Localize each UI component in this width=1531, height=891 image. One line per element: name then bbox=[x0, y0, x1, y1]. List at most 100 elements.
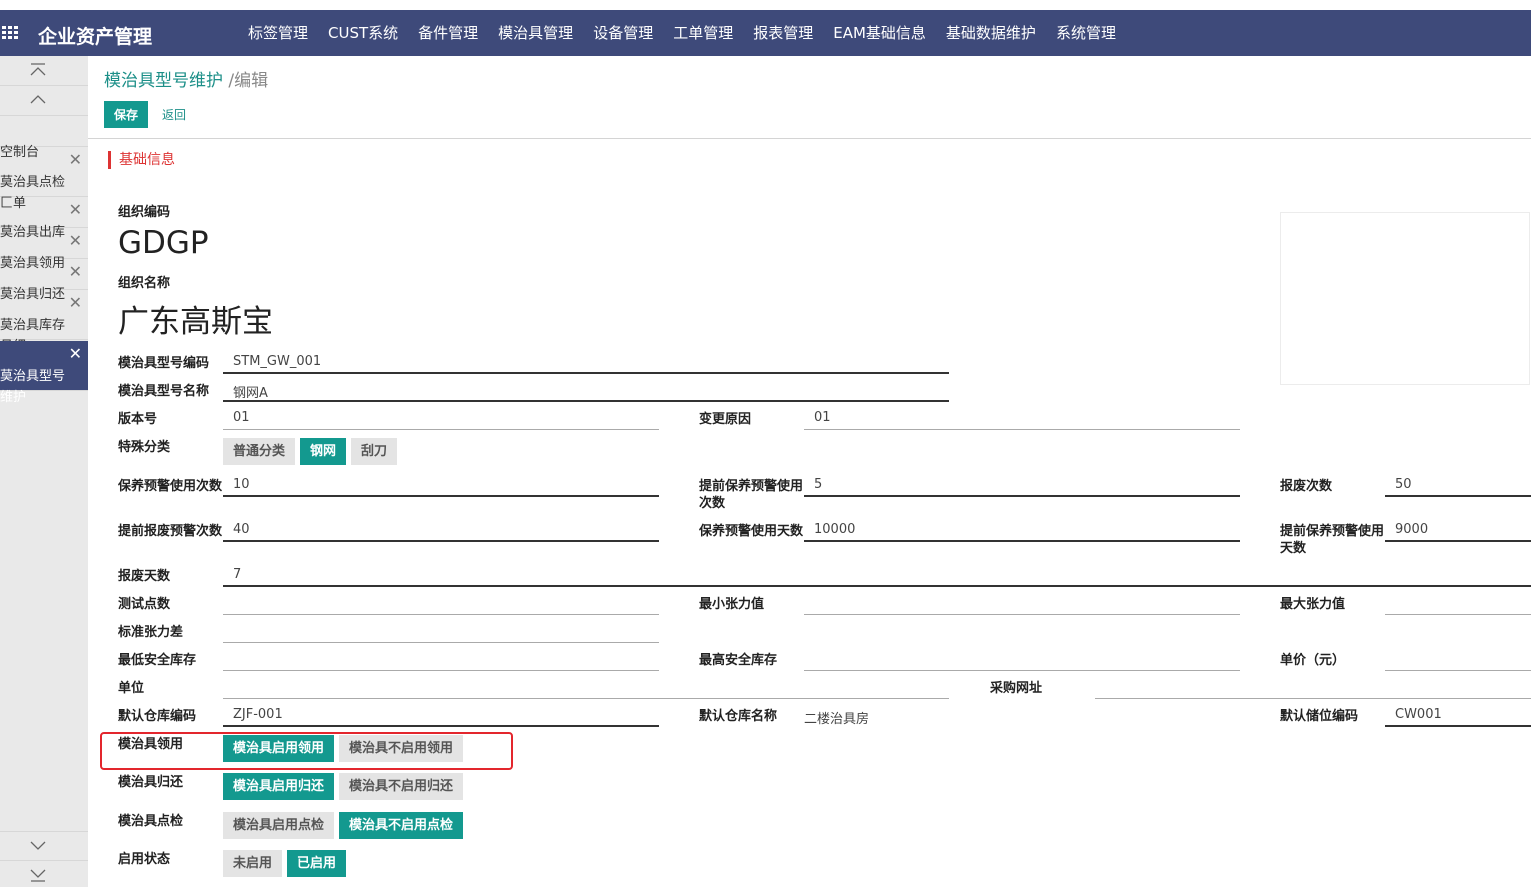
close-icon[interactable]: ✕ bbox=[69, 230, 82, 251]
menu-tag-management[interactable]: 标签管理 bbox=[238, 10, 318, 56]
option-not-enabled[interactable]: 未启用 bbox=[223, 850, 283, 877]
menu-equipment-management[interactable]: 设备管理 bbox=[583, 10, 663, 56]
min-safety-stock-input[interactable] bbox=[223, 649, 659, 671]
back-link[interactable]: 返回 bbox=[162, 106, 186, 123]
max-safety-stock-input[interactable] bbox=[804, 649, 1240, 671]
default-wh-name-value: 二楼治具房 bbox=[804, 712, 870, 727]
version-input[interactable]: 01 bbox=[223, 408, 659, 430]
tool-inspect-label: 模治具点检 bbox=[118, 814, 184, 829]
option-enabled[interactable]: 已启用 bbox=[287, 850, 347, 877]
option-stencil[interactable]: 钢网 bbox=[300, 438, 347, 465]
org-name-value: 广东高斯宝 bbox=[118, 304, 273, 340]
max-safety-stock-label: 最高安全库存 bbox=[699, 653, 778, 668]
change-reason-input[interactable]: 01 bbox=[804, 408, 1240, 430]
scrap-count-input[interactable]: 50 bbox=[1385, 475, 1531, 497]
default-loc-code-label: 默认储位编码 bbox=[1280, 709, 1359, 724]
min-tension-input[interactable] bbox=[804, 593, 1240, 615]
option-enable-inspect[interactable]: 模治具启用点检 bbox=[223, 812, 335, 839]
sidebar-item-tooling-stock-detail[interactable]: 莫治具库存 月细 ✕ bbox=[0, 290, 88, 354]
close-icon[interactable]: ✕ bbox=[69, 261, 82, 282]
sidebar-item-tooling-outbound[interactable]: 莫治具出库 ✕ bbox=[0, 197, 88, 240]
close-icon[interactable]: ✕ bbox=[69, 199, 82, 220]
menu-spare-parts[interactable]: 备件管理 bbox=[408, 10, 488, 56]
option-disable-receive[interactable]: 模治具不启用领用 bbox=[339, 735, 464, 762]
change-reason-label: 变更原因 bbox=[699, 412, 752, 427]
unit-input[interactable] bbox=[223, 677, 949, 699]
image-upload-area[interactable] bbox=[1280, 212, 1530, 385]
scroll-top-button[interactable] bbox=[0, 56, 88, 86]
breadcrumb[interactable]: 模治具型号维护 bbox=[104, 71, 223, 91]
sidebar-item-console[interactable]: 空制台 bbox=[0, 117, 88, 160]
adv-maint-warn-count-input[interactable]: 5 bbox=[804, 475, 1240, 497]
chevron-down-icon bbox=[30, 841, 46, 850]
top-menu: 标签管理 CUST系统 备件管理 模治具管理 设备管理 工单管理 报表管理 EA… bbox=[238, 10, 1126, 56]
unit-price-input[interactable] bbox=[1385, 649, 1531, 671]
scroll-down-button[interactable] bbox=[0, 831, 88, 861]
adv-scrap-warn-count-input[interactable]: 40 bbox=[223, 520, 659, 542]
menu-eam-basic-info[interactable]: EAM基础信息 bbox=[823, 10, 936, 56]
top-navbar: 企业资产管理 标签管理 CUST系统 备件管理 模治具管理 设备管理 工单管理 … bbox=[0, 10, 1531, 56]
std-tension-diff-label: 标准张力差 bbox=[118, 625, 184, 640]
test-points-label: 测试点数 bbox=[118, 597, 171, 612]
enable-status-toggle: 未启用 已启用 bbox=[223, 850, 347, 877]
section-title: 基础信息 bbox=[108, 151, 175, 169]
double-up-icon bbox=[30, 63, 46, 76]
tool-return-toggle: 模治具启用归还 模治具不启用归还 bbox=[223, 773, 464, 800]
option-disable-return[interactable]: 模治具不启用归还 bbox=[339, 773, 464, 800]
test-points-input[interactable] bbox=[223, 593, 659, 615]
org-code-value: GDGP bbox=[118, 225, 209, 261]
page-title: 模治具型号维护 /编辑 bbox=[104, 66, 268, 91]
unit-label: 单位 bbox=[118, 681, 145, 696]
max-tension-input[interactable] bbox=[1385, 593, 1531, 615]
sidebar-item-tooling-inspection[interactable]: 莫治具点检 匚单 ✕ bbox=[0, 147, 88, 211]
model-code-label: 模治具型号编码 bbox=[118, 356, 210, 371]
option-disable-inspect[interactable]: 模治具不启用点检 bbox=[339, 812, 464, 839]
default-wh-code-input[interactable]: ZJF-001 bbox=[223, 705, 659, 727]
adv-maint-warn-count-label: 提前保养预警使用次数 bbox=[699, 479, 804, 511]
sidebar-item-tooling-model[interactable]: 莫治具型号 维护 ✕ bbox=[0, 341, 88, 405]
chevron-up-icon bbox=[30, 95, 46, 104]
option-squeegee[interactable]: 刮刀 bbox=[351, 438, 398, 465]
adv-maint-warn-days-label: 提前保养预警使用天数 bbox=[1280, 524, 1385, 556]
special-category-toggle: 普通分类 钢网 刮刀 bbox=[223, 438, 398, 465]
sidebar: 空制台 莫治具点检 匚单 ✕ 莫治具出库 ✕ 莫治具领用 ✕ 莫治具归还 ✕ 莫… bbox=[0, 56, 88, 887]
purchase-url-input[interactable] bbox=[1095, 677, 1531, 699]
tool-inspect-toggle: 模治具启用点检 模治具不启用点检 bbox=[223, 812, 464, 839]
model-name-input[interactable]: 钢网A bbox=[223, 380, 949, 402]
scrap-count-label: 报废次数 bbox=[1280, 479, 1333, 494]
menu-cust-system[interactable]: CUST系统 bbox=[318, 10, 408, 56]
scrap-days-input[interactable]: 7 bbox=[223, 565, 1531, 587]
model-code-input[interactable]: STM_GW_001 bbox=[223, 352, 949, 374]
close-icon[interactable]: ✕ bbox=[69, 149, 82, 170]
apps-grid-icon[interactable] bbox=[2, 26, 20, 40]
menu-system-management[interactable]: 系统管理 bbox=[1046, 10, 1126, 56]
menu-basic-data[interactable]: 基础数据维护 bbox=[936, 10, 1046, 56]
sidebar-item-tooling-receive[interactable]: 莫治具领用 ✕ bbox=[0, 228, 88, 271]
purchase-url-label: 采购网址 bbox=[990, 681, 1043, 696]
scroll-up-button[interactable] bbox=[0, 86, 88, 116]
menu-tooling-management[interactable]: 模治具管理 bbox=[488, 10, 583, 56]
sidebar-item-tooling-return[interactable]: 莫治具归还 ✕ bbox=[0, 259, 88, 302]
adv-maint-warn-days-input[interactable]: 9000 bbox=[1385, 520, 1531, 542]
special-category-label: 特殊分类 bbox=[118, 440, 171, 455]
save-button[interactable]: 保存 bbox=[104, 101, 148, 128]
menu-reports[interactable]: 报表管理 bbox=[743, 10, 823, 56]
std-tension-diff-input[interactable] bbox=[223, 621, 659, 643]
adv-scrap-warn-count-label: 提前报废预警次数 bbox=[118, 524, 223, 539]
min-tension-label: 最小张力值 bbox=[699, 597, 765, 612]
option-normal[interactable]: 普通分类 bbox=[223, 438, 296, 465]
tool-receive-label: 模治具领用 bbox=[118, 737, 184, 752]
maint-warn-days-input[interactable]: 10000 bbox=[804, 520, 1240, 542]
option-enable-return[interactable]: 模治具启用归还 bbox=[223, 773, 335, 800]
maint-warn-days-label: 保养预警使用天数 bbox=[699, 524, 804, 539]
menu-work-order[interactable]: 工单管理 bbox=[663, 10, 743, 56]
breadcrumb-separator: / bbox=[223, 71, 235, 91]
option-enable-receive[interactable]: 模治具启用领用 bbox=[223, 735, 335, 762]
org-name-label: 组织名称 bbox=[118, 276, 171, 291]
close-icon[interactable]: ✕ bbox=[69, 343, 82, 364]
default-loc-code-input[interactable]: CW001 bbox=[1385, 705, 1531, 727]
app-brand: 企业资产管理 bbox=[38, 26, 153, 48]
maint-warn-count-input[interactable]: 10 bbox=[223, 475, 659, 497]
close-icon[interactable]: ✕ bbox=[69, 292, 82, 313]
unit-price-label: 单价（元） bbox=[1280, 653, 1346, 668]
